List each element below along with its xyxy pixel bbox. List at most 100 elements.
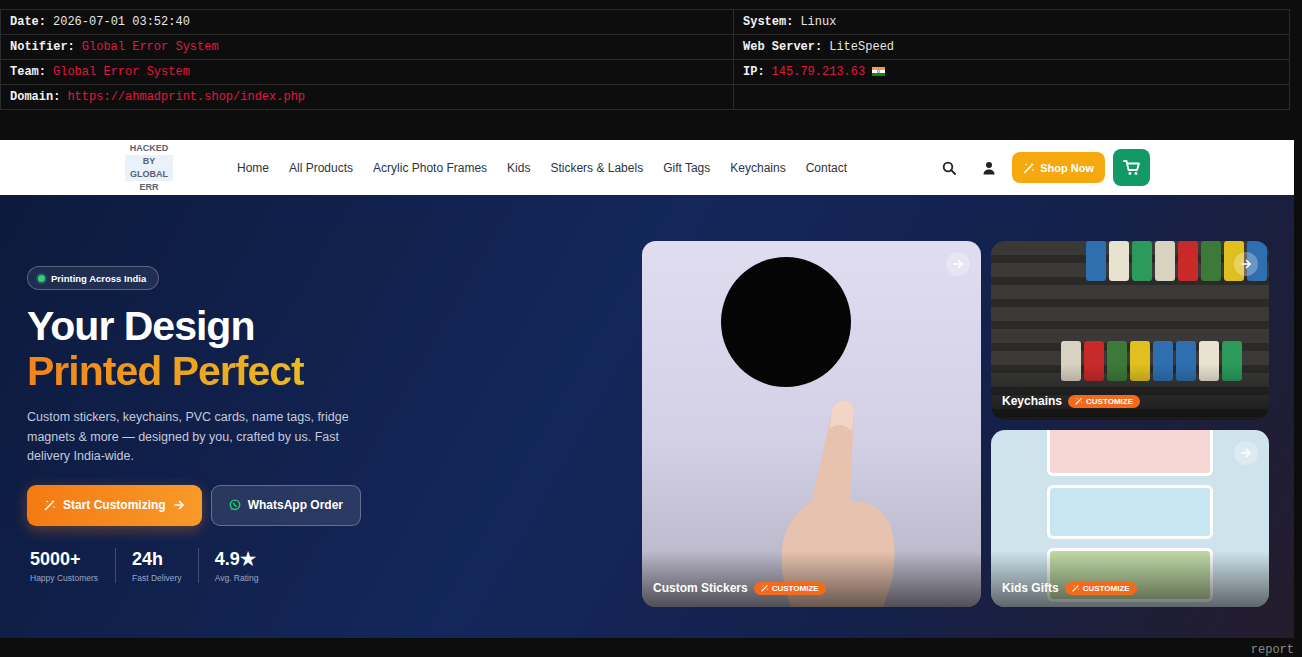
- card-arrow[interactable]: [946, 252, 970, 276]
- cta-label: WhatsApp Order: [248, 498, 343, 512]
- card-arrow[interactable]: [1234, 441, 1258, 465]
- cart-button[interactable]: [1113, 149, 1150, 186]
- report-label: System:: [743, 15, 793, 29]
- category-card[interactable]: Keychains CUSTOMIZE: [991, 241, 1269, 420]
- report-label: Notifier:: [10, 40, 75, 54]
- nav-item[interactable]: Stickers & Labels: [550, 161, 643, 175]
- keychain-tile: [1109, 241, 1129, 281]
- stat-value: 24h: [132, 548, 182, 570]
- search-button[interactable]: [942, 161, 956, 175]
- nav-item[interactable]: Kids: [507, 161, 530, 175]
- cta-button[interactable]: Start Customizing: [27, 485, 202, 526]
- keychain-tile: [1201, 241, 1221, 281]
- stat-value: 4.9★: [215, 548, 259, 570]
- badge-label: CUSTOMIZE: [1083, 584, 1130, 593]
- report-label: Web Server:: [743, 40, 822, 54]
- nav-item[interactable]: Acrylic Photo Frames: [373, 161, 487, 175]
- nav-item[interactable]: Home: [237, 161, 269, 175]
- report-value[interactable]: 145.79.213.63: [772, 65, 866, 79]
- report-cell: IP: 145.79.213.63: [734, 60, 1290, 85]
- keychain-tile: [1155, 241, 1175, 281]
- report-value[interactable]: Global Error System: [82, 40, 219, 54]
- category-card[interactable]: Custom StickersCUSTOMIZE: [642, 241, 981, 607]
- card-caption: Kids Gifts CUSTOMIZE: [991, 551, 1269, 607]
- wand-icon: [1023, 162, 1035, 174]
- report-cell: Web Server: LiteSpeed: [734, 35, 1290, 60]
- arrow-right-icon: [952, 258, 964, 270]
- report-cell: System: Linux: [734, 10, 1290, 35]
- nav-item[interactable]: All Products: [289, 161, 353, 175]
- wand-icon: [1075, 397, 1083, 405]
- wand-icon: [44, 499, 56, 511]
- wand-icon: [761, 584, 769, 592]
- report-body: Date: 2026-07-01 03:52:40 System: Linux Noti…: [1, 10, 1290, 110]
- stat: 5000+Happy Customers: [27, 548, 115, 583]
- hero-badge: Printing Across India: [27, 266, 159, 290]
- nav-item[interactable]: Contact: [806, 161, 847, 175]
- hero-title: Your Design: [27, 304, 642, 349]
- badge-label: CUSTOMIZE: [1086, 397, 1133, 406]
- whatsapp-icon: [229, 499, 241, 511]
- stat-label: Happy Customers: [30, 573, 98, 583]
- card-label: Keychains: [1002, 394, 1062, 408]
- report-row: Domain: https://ahmadprint.shop/index.php: [1, 85, 1290, 110]
- nav-item[interactable]: Keychains: [730, 161, 785, 175]
- category-card[interactable]: Kids Gifts CUSTOMIZE: [991, 430, 1269, 607]
- report-row: Team:Global Error System IP: 145.79.213.63: [1, 60, 1290, 85]
- footer: report: [0, 638, 1302, 657]
- stat-label: Avg. Rating: [215, 573, 259, 583]
- report-row: Date: 2026-07-01 03:52:40 System: Linux: [1, 10, 1290, 35]
- report-value[interactable]: https://ahmadprint.shop/index.php: [67, 90, 305, 104]
- report-cell: Date: 2026-07-01 03:52:40: [1, 10, 734, 35]
- site-header: HACKED BY GLOBAL ERR Home All Products Acry…: [0, 140, 1294, 195]
- name-tag: [1047, 485, 1213, 539]
- shop-now-label: Shop Now: [1040, 162, 1094, 174]
- site-logo[interactable]: HACKED BY GLOBAL ERR: [125, 142, 173, 194]
- name-tag: [1047, 430, 1213, 476]
- customize-badge: CUSTOMIZE: [1068, 395, 1140, 408]
- cart-icon: [1123, 159, 1141, 177]
- india-flag-icon: [872, 66, 885, 75]
- report-value: LiteSpeed: [829, 40, 894, 54]
- cta-button[interactable]: WhatsApp Order: [211, 485, 361, 526]
- card-caption: Custom StickersCUSTOMIZE: [642, 551, 981, 607]
- report-label: Date:: [10, 15, 46, 29]
- arrow-right-icon: [173, 499, 185, 511]
- report-value: 2026-07-01 03:52:40: [53, 15, 190, 29]
- report-cell: Team:Global Error System: [1, 60, 734, 85]
- hero-buttons: Start Customizing WhatsApp Order: [27, 485, 642, 526]
- hero-description: Custom stickers, keychains, PVC cards, n…: [27, 408, 357, 467]
- stat: 24hFast Delivery: [115, 548, 198, 583]
- report-value: Linux: [800, 15, 836, 29]
- customize-badge: CUSTOMIZE: [1065, 582, 1137, 595]
- wand-icon: [1072, 584, 1080, 592]
- nav-item[interactable]: Gift Tags: [663, 161, 710, 175]
- search-icon: [942, 161, 956, 175]
- keychain-tile: [1132, 241, 1152, 281]
- keychain-tile: [1178, 241, 1198, 281]
- hero-subtitle: Printed Perfect: [27, 349, 304, 394]
- card-label: Kids Gifts: [1002, 581, 1059, 595]
- report-cell: Notifier: Global Error System: [1, 35, 734, 60]
- report-value[interactable]: Global Error System: [53, 65, 190, 79]
- cta-label: Start Customizing: [63, 498, 166, 512]
- report-panel: Date: 2026-07-01 03:52:40 System: Linux Noti…: [0, 0, 1302, 140]
- report-link[interactable]: report: [1251, 643, 1294, 657]
- category-cards: Custom StickersCUSTOMIZE Keychains CUSTOMI…: [642, 241, 1269, 638]
- customize-badge: CUSTOMIZE: [754, 582, 826, 595]
- report-label: IP:: [743, 65, 765, 79]
- report-table: Date: 2026-07-01 03:52:40 System: Linux Noti…: [0, 9, 1290, 110]
- hero-stats: 5000+Happy Customers24hFast Delivery4.9★…: [27, 548, 642, 583]
- site-nav: Home All Products Acrylic Photo Frames Kids…: [237, 161, 847, 175]
- report-label: Domain:: [10, 90, 60, 104]
- keychain-tile: [1086, 241, 1106, 281]
- arrow-right-icon: [1240, 258, 1252, 270]
- report-cell: [734, 85, 1290, 110]
- stat: 4.9★ Avg. Rating: [198, 548, 275, 583]
- card-caption: Keychains CUSTOMIZE: [991, 364, 1269, 420]
- shop-now-button[interactable]: Shop Now: [1012, 152, 1105, 183]
- badge-label: CUSTOMIZE: [772, 584, 819, 593]
- card-arrow[interactable]: [1234, 252, 1258, 276]
- account-button[interactable]: [982, 161, 996, 175]
- hero-text: Printing Across India Your DesignPrinted …: [0, 195, 642, 638]
